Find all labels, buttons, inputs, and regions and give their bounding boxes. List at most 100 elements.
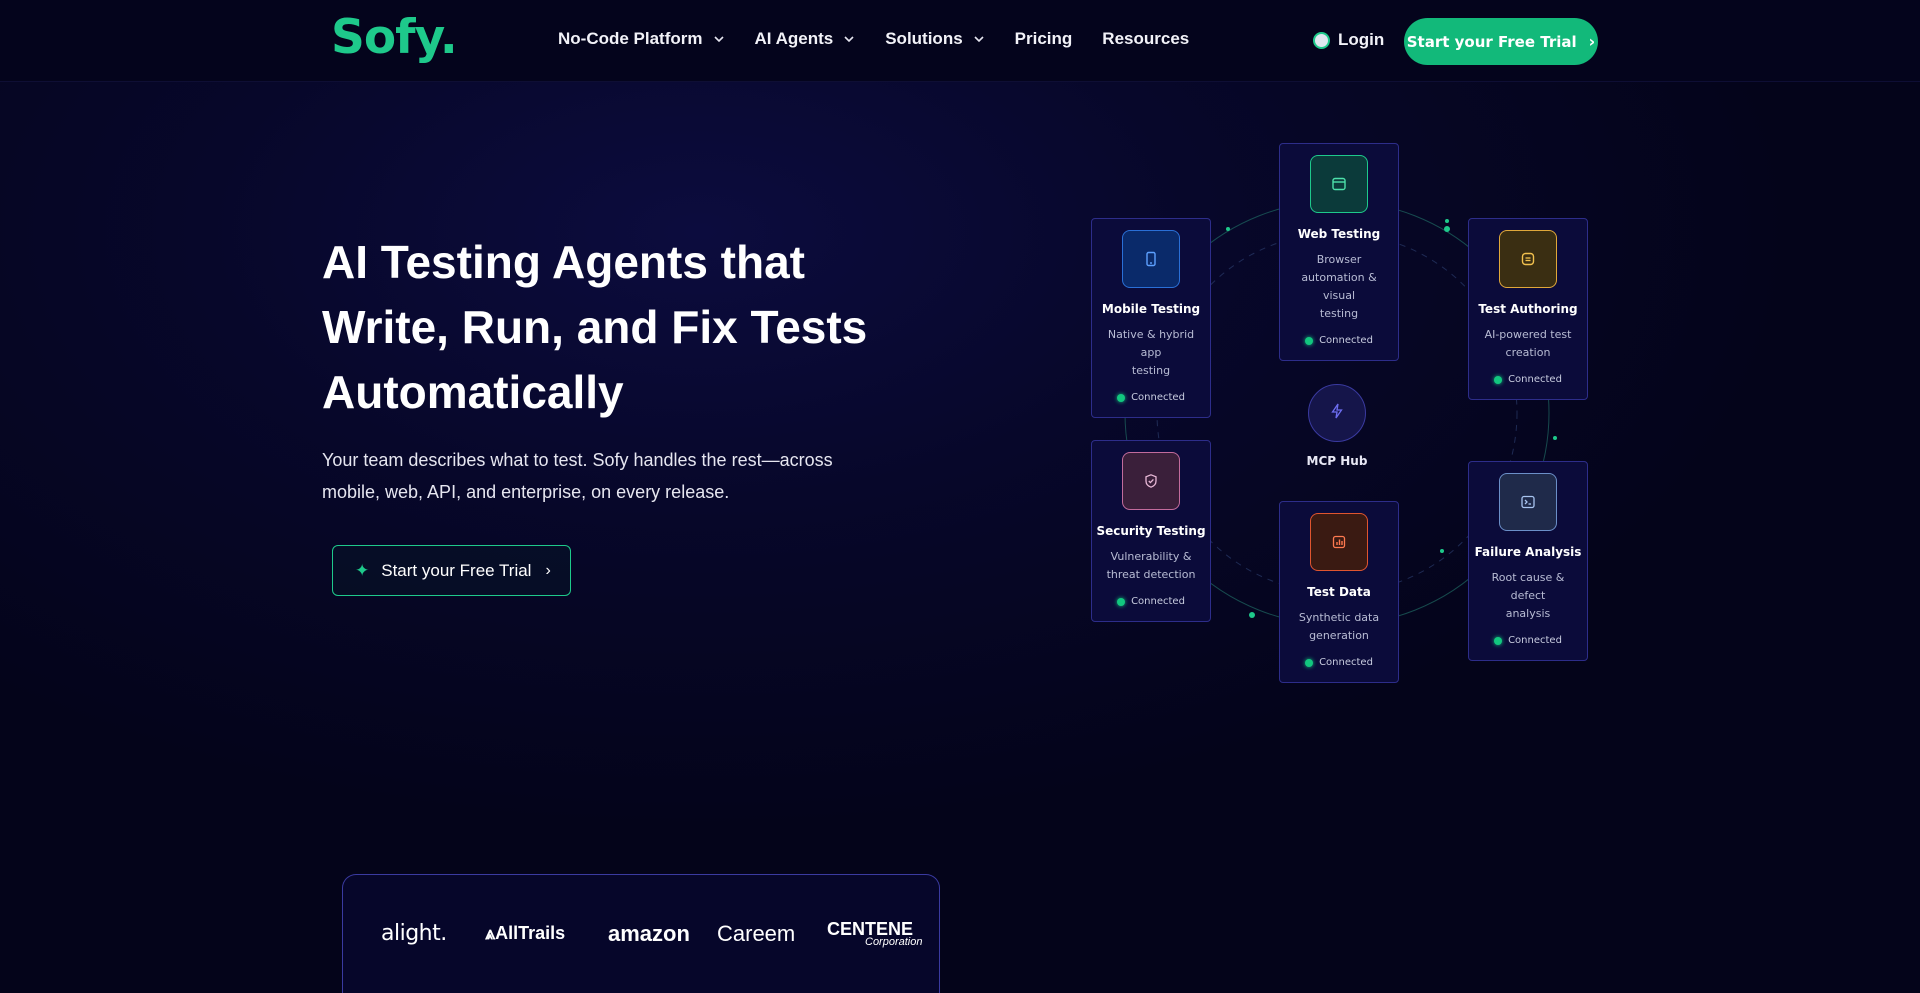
alltrails-logo: ⩓AllTrails bbox=[485, 923, 566, 943]
nav-links: No-Code Platform AI Agents Solutions Pri… bbox=[558, 29, 1219, 49]
login-link[interactable]: Login bbox=[1313, 30, 1384, 50]
nav-link-label: Pricing bbox=[1014, 29, 1073, 48]
sparkle-icon: ✦ bbox=[355, 560, 370, 580]
status-label: Connected bbox=[1319, 657, 1373, 668]
chevron-right-icon: › bbox=[1588, 32, 1596, 51]
centene-logo: CENTENE Corporation bbox=[827, 919, 922, 948]
card-desc-line: Root cause & defect bbox=[1491, 571, 1565, 602]
card-desc-line: Browser bbox=[1316, 253, 1362, 266]
card-desc-line: automation & visual bbox=[1301, 271, 1377, 302]
card-desc-line: testing bbox=[1131, 364, 1171, 377]
chevron-down-icon bbox=[843, 33, 855, 45]
careem-logo: Careem bbox=[717, 921, 796, 946]
nav-link-label: Solutions bbox=[885, 29, 963, 48]
status-label: Connected bbox=[1319, 335, 1373, 346]
status-dot bbox=[1305, 658, 1314, 667]
agent-card-failure-analysis[interactable]: Failure Analysis Root cause & defect ana… bbox=[1468, 461, 1588, 661]
alight-logo: alight. bbox=[381, 921, 447, 946]
hero-title: AI Testing Agents that Write, Run, and F… bbox=[322, 230, 962, 425]
customer-logos: alight. ⩓AllTrails amazon Careem CENTENE… bbox=[342, 874, 940, 993]
nav-link-label: Resources bbox=[1102, 29, 1190, 48]
nav-ai-agents[interactable]: AI Agents bbox=[755, 29, 856, 49]
card-desc-line: creation bbox=[1505, 346, 1551, 359]
alltrails-wordmark: AllTrails bbox=[495, 923, 566, 943]
card-title: Test Authoring bbox=[1478, 302, 1578, 316]
card-desc-line: Synthetic data bbox=[1298, 611, 1380, 624]
status-badge: Connected bbox=[1469, 374, 1587, 385]
agent-card-web-testing[interactable]: Web Testing Browser automation & visual … bbox=[1279, 143, 1399, 361]
hero-title-line: Write, Run, and Fix Tests bbox=[322, 301, 868, 353]
mcp-hub[interactable] bbox=[1308, 384, 1366, 442]
hero-subtitle-line: mobile, web, API, and enterprise, on eve… bbox=[322, 482, 730, 502]
agent-card-test-authoring[interactable]: Test Authoring AI-powered test creation … bbox=[1468, 218, 1588, 400]
nav-link-label: AI Agents bbox=[754, 29, 834, 48]
sofy-logo[interactable]: Sofy. bbox=[331, 10, 458, 65]
card-description: Vulnerability & threat detection bbox=[1092, 548, 1210, 584]
status-dot bbox=[1117, 393, 1126, 402]
user-icon bbox=[1313, 31, 1330, 49]
lightning-icon bbox=[1328, 402, 1346, 425]
card-title: Mobile Testing bbox=[1101, 302, 1201, 316]
status-dot bbox=[1494, 636, 1503, 645]
top-navigation: Sofy. No-Code Platform AI Agents Solutio… bbox=[0, 0, 1920, 82]
terminal-icon bbox=[1499, 473, 1557, 531]
hero-subtitle-line: Your team describes what to test. Sofy h… bbox=[322, 450, 833, 470]
agent-diagram: Mobile Testing Native & hybrid app testi… bbox=[1080, 130, 1620, 700]
nav-no-code-platform[interactable]: No-Code Platform bbox=[558, 29, 725, 49]
status-badge: Connected bbox=[1280, 657, 1398, 668]
nav-cta-label: Start your Free Trial bbox=[1406, 32, 1577, 51]
card-title: Security Testing bbox=[1096, 524, 1206, 538]
chevron-down-icon bbox=[973, 33, 985, 45]
login-label: Login bbox=[1338, 30, 1385, 49]
agent-card-test-data[interactable]: Test Data Synthetic data generation Conn… bbox=[1279, 501, 1399, 683]
shield-icon bbox=[1122, 452, 1180, 510]
hero-free-trial-button[interactable]: ✦ Start your Free Trial › bbox=[332, 545, 571, 596]
status-badge: Connected bbox=[1092, 596, 1210, 607]
status-badge: Connected bbox=[1092, 392, 1210, 403]
nav-resources[interactable]: Resources bbox=[1102, 29, 1189, 49]
nav-solutions[interactable]: Solutions bbox=[885, 29, 984, 49]
status-label: Connected bbox=[1131, 392, 1185, 403]
card-title: Test Data bbox=[1307, 585, 1371, 599]
hero-background bbox=[0, 82, 1920, 993]
status-dot bbox=[1494, 375, 1503, 384]
status-label: Connected bbox=[1508, 374, 1562, 385]
status-label: Connected bbox=[1131, 596, 1185, 607]
card-title: Web Testing bbox=[1297, 227, 1381, 241]
browser-icon bbox=[1310, 155, 1368, 213]
hub-label: MCP Hub bbox=[1306, 454, 1368, 468]
nav-pricing[interactable]: Pricing bbox=[1015, 29, 1073, 49]
status-dot bbox=[1117, 597, 1126, 606]
hero-title-line: Automatically bbox=[322, 366, 624, 418]
card-desc-line: analysis bbox=[1505, 607, 1551, 620]
card-description: Browser automation & visual testing bbox=[1280, 251, 1398, 323]
status-badge: Connected bbox=[1280, 335, 1398, 346]
card-desc-line: testing bbox=[1319, 307, 1359, 320]
card-description: AI-powered test creation bbox=[1469, 326, 1587, 362]
card-desc-line: threat detection bbox=[1106, 568, 1196, 581]
mobile-icon bbox=[1122, 230, 1180, 288]
agent-card-security-testing[interactable]: Security Testing Vulnerability & threat … bbox=[1091, 440, 1211, 622]
nav-link-label: No-Code Platform bbox=[558, 29, 703, 48]
hero-subtitle: Your team describes what to test. Sofy h… bbox=[322, 444, 882, 508]
nav-free-trial-button[interactable]: Start your Free Trial › bbox=[1404, 18, 1598, 65]
document-icon bbox=[1499, 230, 1557, 288]
card-desc-line: generation bbox=[1309, 629, 1369, 642]
card-title: Failure Analysis bbox=[1474, 545, 1582, 559]
card-description: Root cause & defect analysis bbox=[1469, 569, 1587, 623]
card-desc-line: AI-powered test bbox=[1484, 328, 1572, 341]
amazon-logo: amazon bbox=[608, 921, 690, 946]
chart-icon bbox=[1310, 513, 1368, 571]
card-description: Synthetic data generation bbox=[1280, 609, 1398, 645]
status-dot bbox=[1305, 336, 1314, 345]
card-desc-line: Vulnerability & bbox=[1110, 550, 1192, 563]
hero-cta-label: Start your Free Trial bbox=[381, 560, 532, 580]
hero-title-line: AI Testing Agents that bbox=[322, 236, 805, 288]
card-desc-line: Native & hybrid app bbox=[1107, 328, 1195, 359]
status-badge: Connected bbox=[1469, 635, 1587, 646]
centene-subtitle: Corporation bbox=[865, 936, 923, 948]
agent-card-mobile-testing[interactable]: Mobile Testing Native & hybrid app testi… bbox=[1091, 218, 1211, 418]
card-description: Native & hybrid app testing bbox=[1092, 326, 1210, 380]
status-label: Connected bbox=[1508, 635, 1562, 646]
chevron-right-icon: › bbox=[545, 561, 551, 579]
